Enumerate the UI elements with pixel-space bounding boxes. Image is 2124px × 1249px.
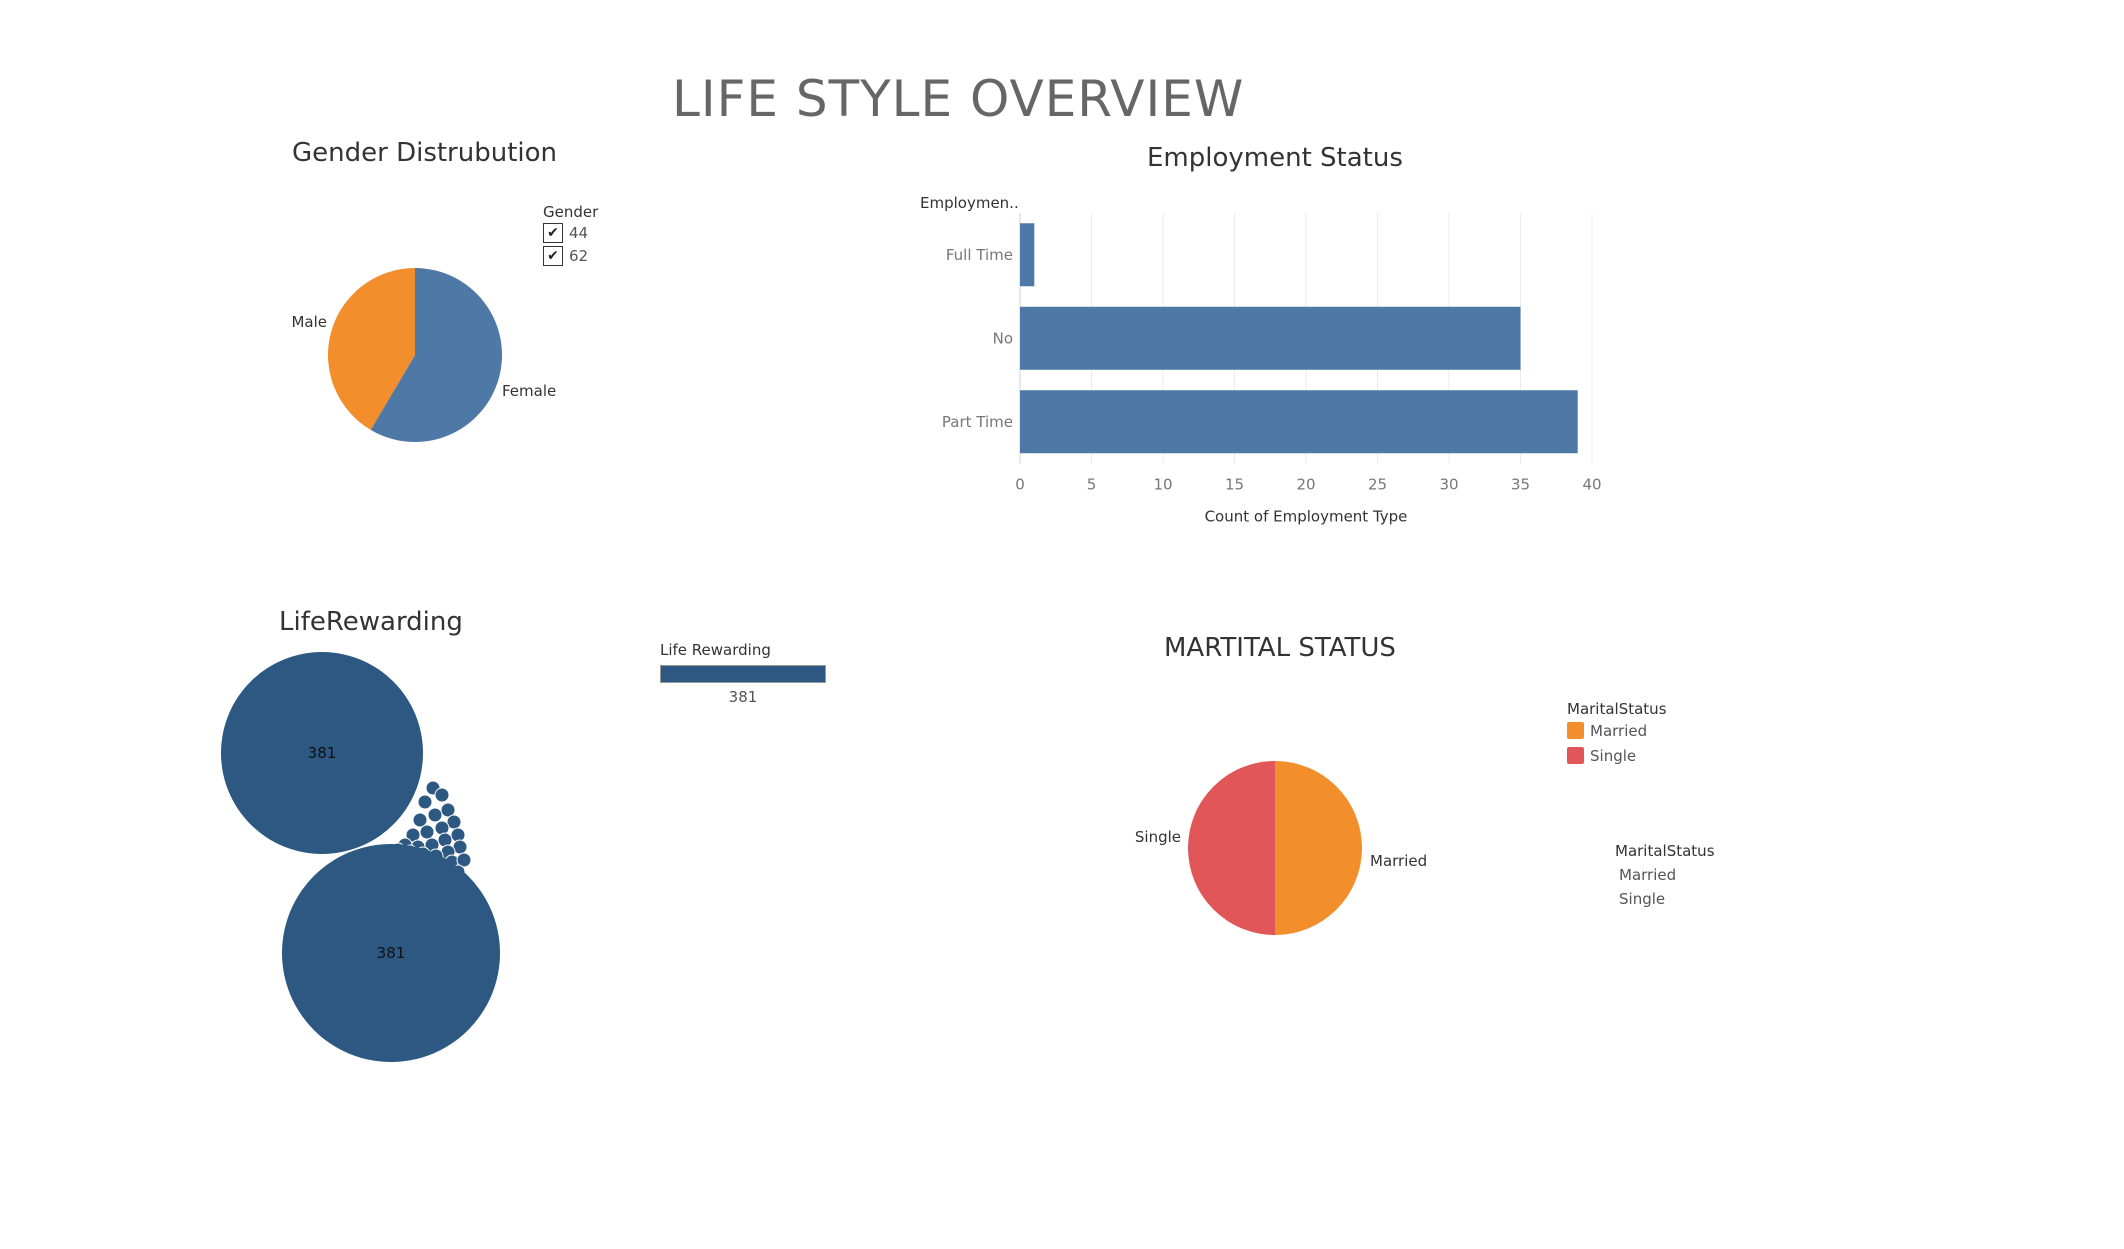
gender-legend-label: 44 — [569, 223, 589, 242]
pie-label-female: Female — [502, 382, 556, 400]
x-tick-label: 25 — [1368, 476, 1387, 494]
marital-legend-label: Single — [1590, 746, 1637, 765]
bubble-mark — [427, 807, 443, 823]
pie-slice-single — [1188, 761, 1275, 935]
gender-legend-title: Gender — [543, 203, 599, 221]
liferewarding-legend: Life Rewarding 381 — [660, 641, 835, 706]
employment-chart-title: Employment Status — [1147, 143, 1403, 173]
gender-pie-chart[interactable]: Female Male — [260, 250, 590, 470]
y-tick-label: Part Time — [942, 413, 1013, 431]
pie-label-married: Married — [1370, 852, 1427, 870]
liferewarding-legend-value: 381 — [728, 688, 758, 706]
bubble-label: 381 — [377, 944, 406, 962]
marital-text-legend-item[interactable]: Single — [1615, 890, 1715, 908]
x-tick-label: 5 — [1087, 476, 1097, 494]
x-tick-label: 15 — [1225, 476, 1244, 494]
check-icon[interactable]: ✔ — [543, 222, 563, 243]
liferewarding-color-ramp — [660, 665, 826, 683]
marital-chart-title: MARTITAL STATUS — [1164, 633, 1396, 663]
marital-color-legend: MaritalStatus Married Single — [1567, 700, 1667, 768]
x-tick-label: 0 — [1015, 476, 1025, 494]
marital-legend-title: MaritalStatus — [1567, 700, 1667, 718]
employment-row-header: Employmen.. — [920, 194, 1019, 212]
pie-label-male: Male — [291, 313, 327, 331]
pie-label-single: Single — [1135, 828, 1181, 846]
married-swatch — [1567, 722, 1584, 739]
single-swatch — [1567, 747, 1584, 764]
dashboard-title: LIFE STYLE OVERVIEW — [672, 70, 1245, 128]
bubble-mark — [417, 794, 433, 810]
pie-slice-married — [1275, 761, 1362, 935]
bar-part-time — [1020, 390, 1578, 454]
marital-text-legend-title: MaritalStatus — [1615, 842, 1715, 860]
liferewarding-chart-title: LifeRewarding — [279, 607, 463, 637]
x-tick-label: 35 — [1511, 476, 1530, 494]
bar-no — [1020, 306, 1521, 370]
x-tick-label: 20 — [1296, 476, 1315, 494]
bar-full-time — [1020, 223, 1035, 287]
marital-legend-item[interactable]: Married — [1567, 718, 1667, 743]
x-axis-title: Count of Employment Type — [1205, 508, 1408, 526]
liferewarding-bubble-chart[interactable]: 381 381 — [220, 640, 520, 1070]
x-tick-label: 10 — [1153, 476, 1172, 494]
bubble-label: 381 — [308, 744, 337, 762]
x-tick-label: 40 — [1582, 476, 1601, 494]
y-tick-label: No — [993, 329, 1013, 347]
x-tick-label: 30 — [1439, 476, 1458, 494]
bubble-mark — [434, 787, 450, 803]
marital-pie-chart[interactable]: Married Single — [1120, 740, 1460, 970]
y-tick-label: Full Time — [946, 246, 1013, 264]
marital-legend-item[interactable]: Single — [1567, 743, 1667, 768]
marital-text-legend: MaritalStatus Married Single — [1615, 842, 1715, 908]
liferewarding-legend-title: Life Rewarding — [660, 641, 771, 659]
bubble-mark — [419, 824, 435, 840]
employment-bar-chart[interactable]: Employmen.. 0 5 10 15 20 25 30 35 40 Full Time No P… — [900, 185, 1640, 535]
marital-legend-label: Married — [1590, 721, 1648, 740]
gender-legend-item[interactable]: ✔ 44 — [543, 221, 598, 244]
gender-chart-title: Gender Distrubution — [292, 138, 558, 168]
marital-text-legend-item[interactable]: Married — [1615, 866, 1715, 884]
